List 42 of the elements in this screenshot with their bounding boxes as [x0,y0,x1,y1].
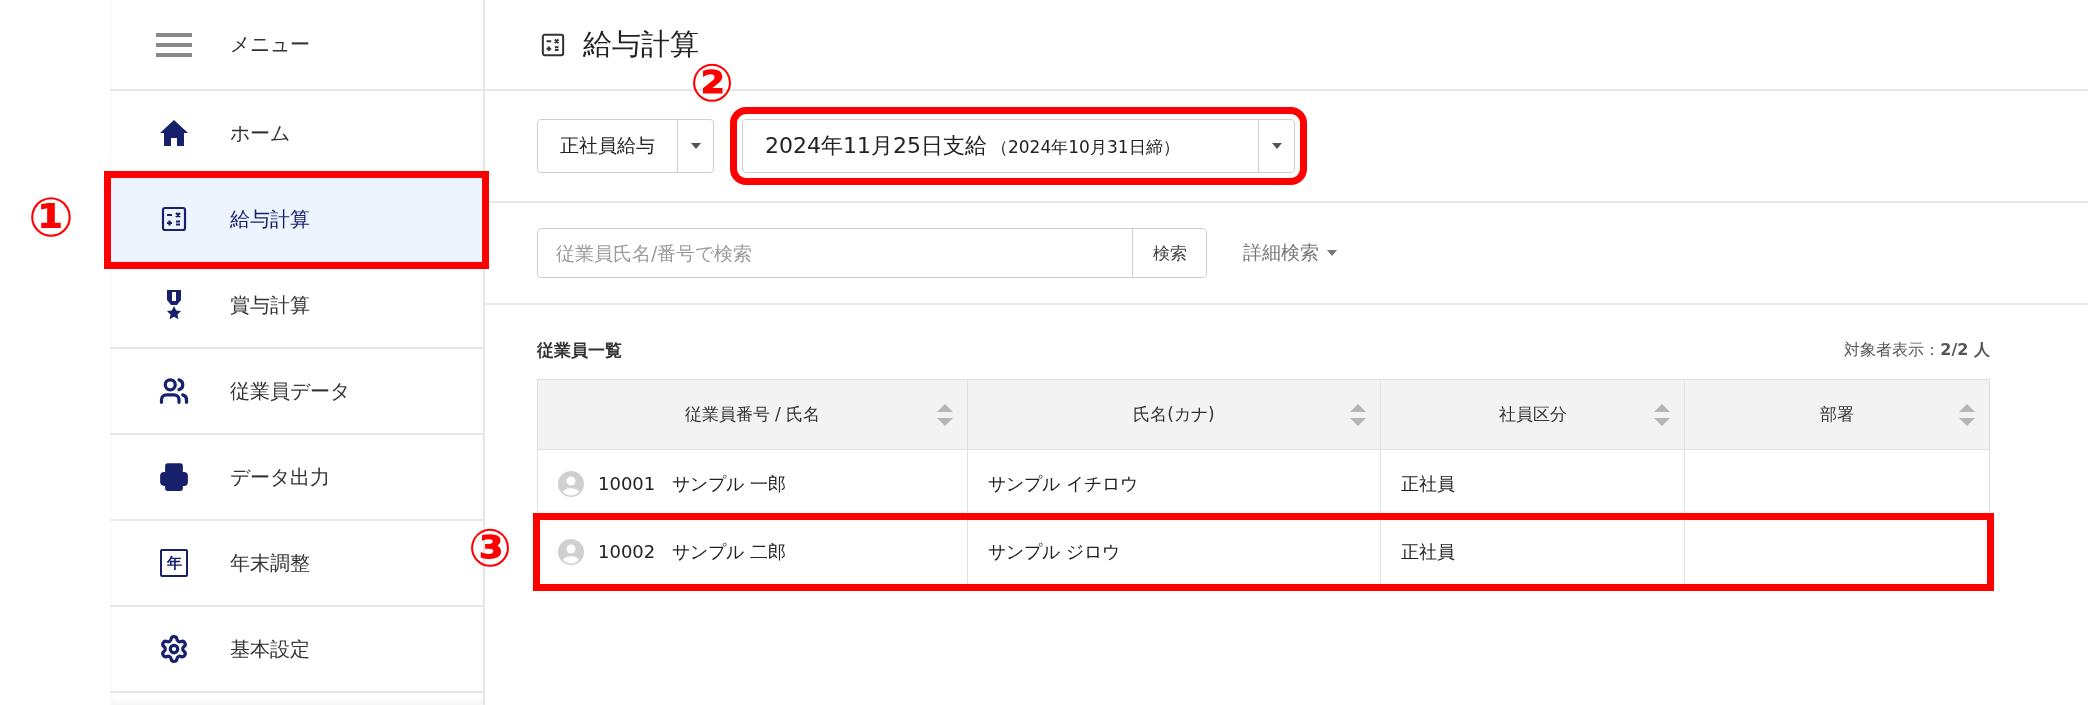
calculator-icon [161,206,187,232]
search-field[interactable]: 従業員氏名/番号で検索 検索 [537,228,1207,278]
count-label: 対象者表示：2/2 人 [1844,339,1990,361]
column-header[interactable]: 従業員番号 / 氏名 [684,403,821,426]
menu-label: メニュー [230,31,310,58]
calendar-icon: 年 [160,549,188,577]
sidebar-item[interactable]: 賞与計算 [110,263,483,349]
avatar-icon [558,538,584,565]
calculator-icon [541,32,565,57]
table-cell: サンプル イチロウ [988,471,1138,496]
column-header[interactable]: 氏名(カナ) [1133,403,1215,426]
users-icon [159,376,189,406]
list-title: 従業員一覧 [537,338,622,362]
annotation-number: ① [28,191,74,245]
payroll-type-dropdown[interactable]: 正社員給与 [537,119,714,173]
search-button[interactable]: 検索 [1132,229,1206,277]
sort-icon[interactable] [1654,403,1670,426]
caret-icon [1327,250,1337,256]
medal-icon [164,290,184,320]
column-header[interactable]: 社員区分 [1498,403,1567,426]
printer-icon [159,462,189,492]
sidebar-item[interactable]: データ出力 [110,435,483,521]
avatar-icon [558,470,584,497]
table-cell: サンプル ジロウ [988,539,1120,564]
caret-icon [690,143,701,149]
table-cell: 正社員 [1401,471,1455,496]
gear-icon [159,634,189,664]
caret-icon [1271,143,1282,149]
table-cell: 正社員 [1401,539,1455,564]
dropdown-toggle[interactable] [1258,120,1294,172]
sidebar-item[interactable]: 従業員データ [110,349,483,435]
table-cell: 10002 サンプル 二郎 [598,539,787,564]
sidebar-item[interactable]: 基本設定 [110,607,483,693]
sort-icon[interactable] [1350,403,1366,426]
menu-icon[interactable] [156,32,192,57]
advanced-search-button[interactable]: 詳細検索 [1237,239,1343,267]
dropdown-toggle[interactable] [677,120,713,172]
home-icon [159,119,189,147]
sort-icon[interactable] [937,403,953,426]
table-cell: 10001 サンプル 一郎 [598,471,787,496]
sort-icon[interactable] [1959,403,1975,426]
column-header[interactable]: 部署 [1820,403,1854,426]
